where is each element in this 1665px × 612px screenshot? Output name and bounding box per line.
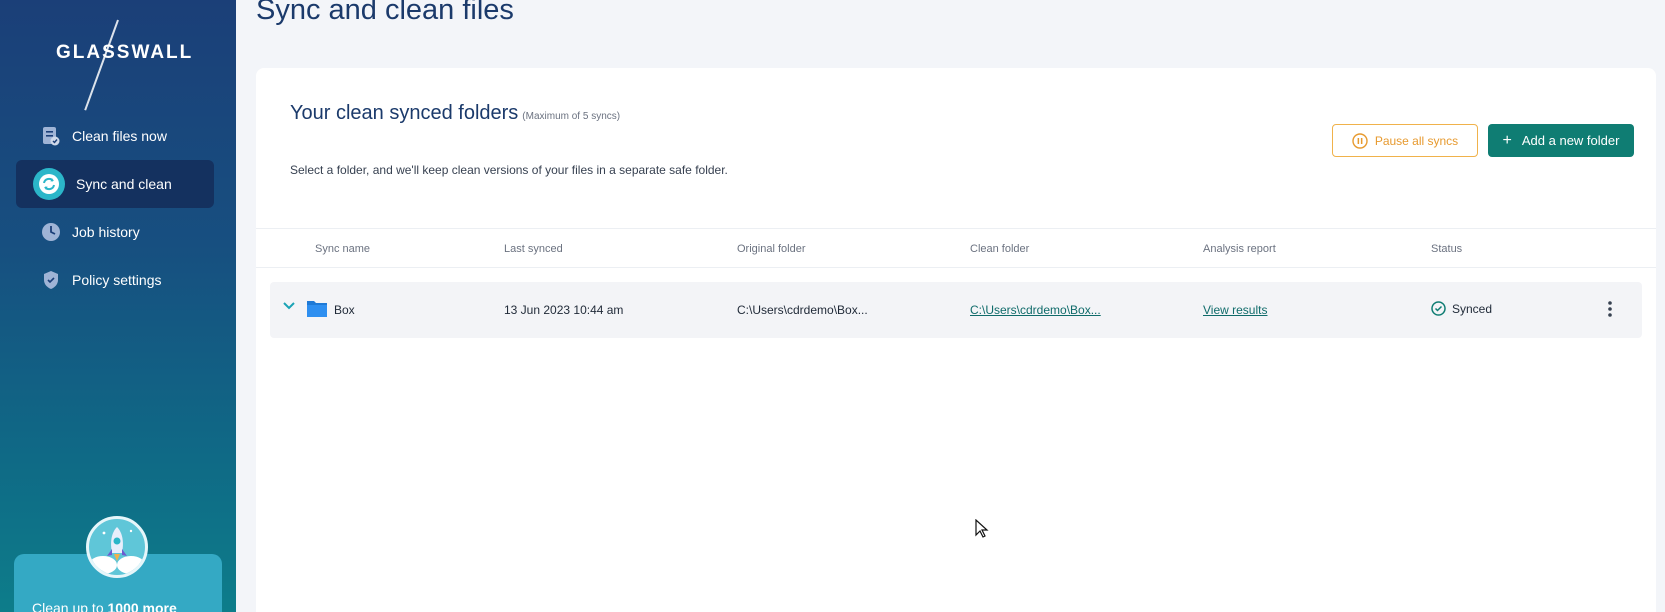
mouse-cursor-icon	[975, 518, 989, 544]
sidebar-item-sync-and-clean[interactable]: Sync and clean	[16, 160, 214, 208]
table-row[interactable]: Box 13 Jun 2023 10:44 am C:\Users\cdrdem…	[270, 282, 1642, 338]
status-badge: Synced	[1431, 301, 1492, 316]
add-new-folder-button[interactable]: + Add a new folder	[1488, 124, 1634, 157]
sync-name: Box	[334, 303, 355, 317]
view-results-link[interactable]: View results	[1203, 303, 1267, 317]
pause-icon	[1352, 132, 1368, 149]
chevron-down-icon[interactable]	[282, 299, 296, 316]
sidebar: GLASSWALL Clean files now Sync and clean…	[0, 0, 236, 612]
column-header-original-folder: Original folder	[737, 243, 806, 255]
column-header-last-synced: Last synced	[504, 243, 563, 255]
promo-text: Clean up to 1000 more	[32, 600, 177, 612]
check-circle-icon	[1431, 301, 1446, 316]
sidebar-item-policy-settings[interactable]: Policy settings	[16, 256, 214, 304]
glasswall-logo: GLASSWALL	[54, 19, 191, 111]
rocket-icon	[86, 516, 148, 578]
shield-icon	[40, 269, 62, 291]
plus-icon: +	[1502, 131, 1512, 149]
column-header-status: Status	[1431, 243, 1463, 255]
last-synced: 13 Jun 2023 10:44 am	[504, 303, 624, 317]
column-header-sync-name: Sync name	[315, 243, 371, 255]
card-title: Your clean synced folders (Maximum of 5 s…	[290, 102, 621, 124]
more-options-icon[interactable]	[1607, 300, 1613, 321]
folder-icon	[306, 298, 328, 321]
column-header-analysis-report: Analysis report	[1203, 243, 1276, 255]
sidebar-nav: Clean files now Sync and clean Job histo…	[16, 112, 214, 304]
original-folder: C:\Users\cdrdemo\Box...	[737, 303, 868, 317]
clean-folder-link[interactable]: C:\Users\cdrdemo\Box...	[970, 303, 1101, 317]
pause-all-syncs-button[interactable]: Pause all syncs	[1332, 124, 1478, 157]
card-description: Select a folder, and we'll keep clean ve…	[290, 163, 728, 177]
sidebar-item-label: Job history	[72, 224, 140, 240]
sidebar-item-job-history[interactable]: Job history	[16, 208, 214, 256]
page-title: Sync and clean files	[256, 0, 514, 26]
clock-icon	[40, 221, 62, 243]
column-header-clean-folder: Clean folder	[970, 243, 1030, 255]
card-subtitle: (Maximum of 5 syncs)	[522, 111, 621, 122]
sidebar-item-label: Policy settings	[72, 272, 162, 288]
sync-icon	[32, 167, 66, 201]
table-header: Sync name Last synced Original folder Cl…	[256, 228, 1656, 268]
sidebar-item-clean-files-now[interactable]: Clean files now	[16, 112, 214, 160]
synced-folders-card: Your clean synced folders (Maximum of 5 s…	[256, 68, 1656, 612]
document-check-icon	[40, 125, 62, 147]
sidebar-item-label: Clean files now	[72, 128, 167, 144]
sidebar-item-label: Sync and clean	[76, 176, 172, 192]
